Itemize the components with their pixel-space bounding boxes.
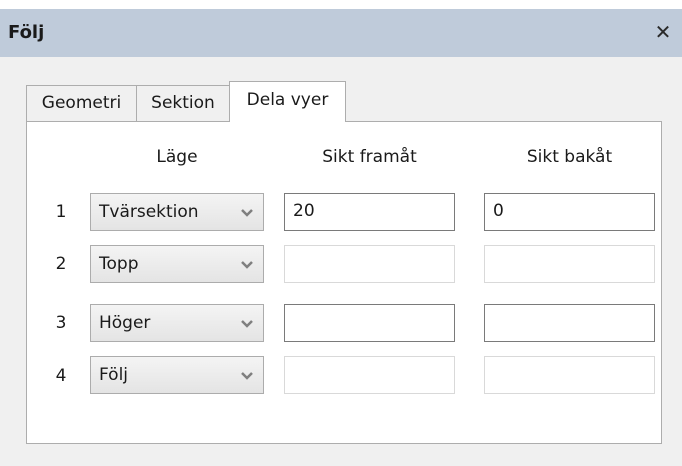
mode-select-value: Tvärsektion xyxy=(99,202,199,222)
chevron-down-icon xyxy=(241,372,253,380)
chevron-down-icon xyxy=(241,209,253,217)
forward-view-input-1[interactable]: 20 xyxy=(284,193,455,231)
backward-view-input-2 xyxy=(484,245,655,283)
mode-select-value: Topp xyxy=(99,254,139,274)
row-number: 4 xyxy=(55,366,67,386)
column-header-forward: Sikt framåt xyxy=(322,147,417,167)
row-number: 3 xyxy=(55,313,67,333)
row-number: 2 xyxy=(55,254,67,274)
mode-select-value: Följ xyxy=(99,365,129,385)
chevron-down-icon xyxy=(241,261,253,269)
chevron-down-icon xyxy=(241,320,253,328)
column-header-mode: Läge xyxy=(156,147,198,167)
mode-select-value: Höger xyxy=(99,313,151,333)
close-icon[interactable]: ✕ xyxy=(652,21,674,43)
dialog-title: Följ xyxy=(8,22,45,43)
forward-view-input-4 xyxy=(284,356,455,394)
tab-dela-vyer[interactable]: Dela vyer xyxy=(229,81,346,122)
column-header-backward: Sikt bakåt xyxy=(526,147,613,167)
mode-select-2[interactable]: Topp xyxy=(90,245,264,283)
row-number: 1 xyxy=(55,202,67,222)
forward-view-input-2 xyxy=(284,245,455,283)
backward-view-input-3[interactable] xyxy=(484,304,655,342)
tab-geometri[interactable]: Geometri xyxy=(26,85,137,121)
title-bar[interactable]: Följ ✕ xyxy=(0,9,682,57)
tab-sektion[interactable]: Sektion xyxy=(136,85,230,121)
mode-select-4[interactable]: Följ xyxy=(90,356,264,394)
backward-view-input-1[interactable]: 0 xyxy=(484,193,655,231)
follow-dialog: Följ ✕ Geometri Sektion Dela vyer Läge S… xyxy=(0,0,682,466)
mode-select-1[interactable]: Tvärsektion xyxy=(90,193,264,231)
backward-view-input-4 xyxy=(484,356,655,394)
forward-view-input-3[interactable] xyxy=(284,304,455,342)
mode-select-3[interactable]: Höger xyxy=(90,304,264,342)
